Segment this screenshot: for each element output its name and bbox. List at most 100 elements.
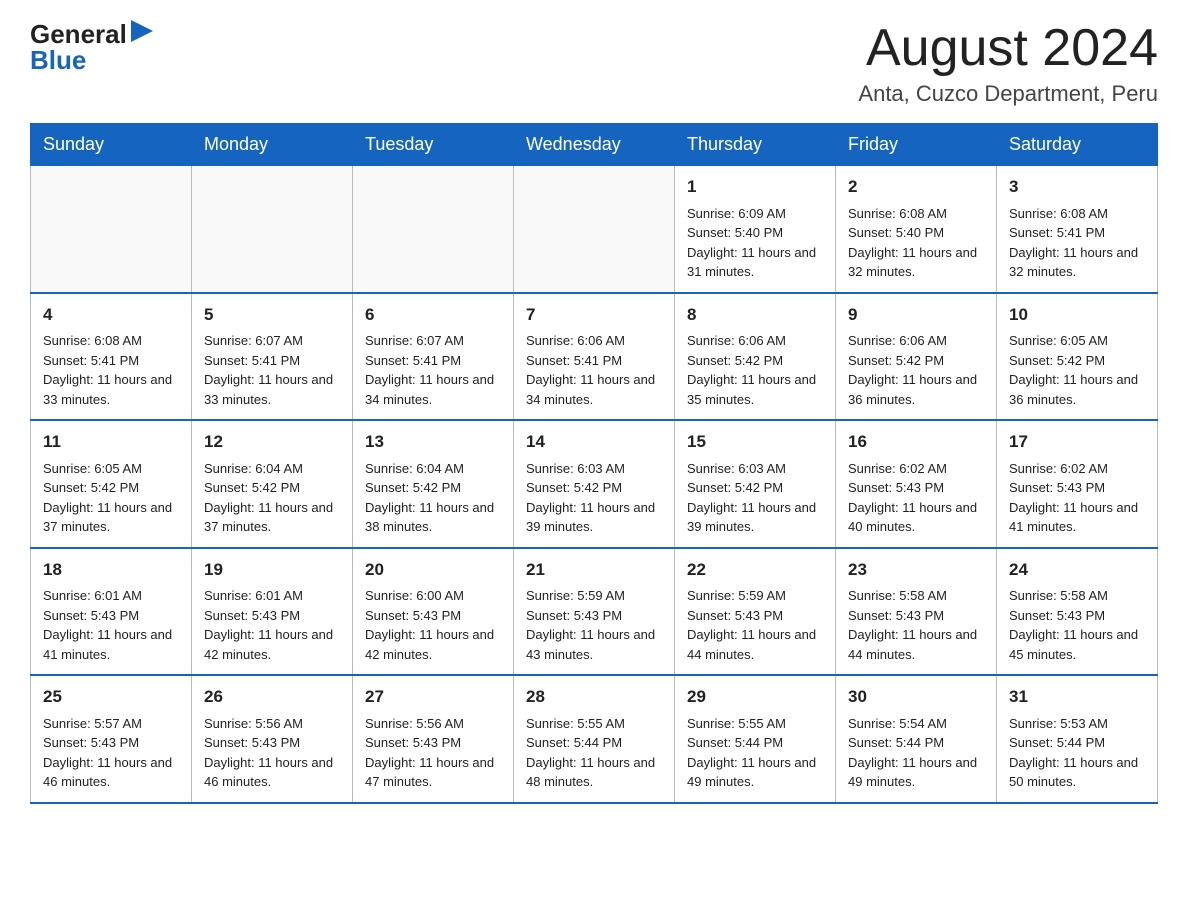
day-info: Daylight: 11 hours and 33 minutes. — [204, 370, 340, 409]
calendar-table: SundayMondayTuesdayWednesdayThursdayFrid… — [30, 123, 1158, 804]
weekday-header-row: SundayMondayTuesdayWednesdayThursdayFrid… — [31, 124, 1158, 166]
day-info: Daylight: 11 hours and 46 minutes. — [204, 753, 340, 792]
calendar-cell — [514, 166, 675, 293]
day-info: Sunrise: 5:54 AM — [848, 714, 984, 734]
page-header: General Blue August 2024 Anta, Cuzco Dep… — [30, 20, 1158, 107]
day-number: 16 — [848, 429, 984, 455]
day-info: Daylight: 11 hours and 47 minutes. — [365, 753, 501, 792]
day-info: Sunrise: 5:58 AM — [848, 586, 984, 606]
day-info: Daylight: 11 hours and 37 minutes. — [43, 498, 179, 537]
day-info: Daylight: 11 hours and 46 minutes. — [43, 753, 179, 792]
day-number: 24 — [1009, 557, 1145, 583]
day-info: Daylight: 11 hours and 32 minutes. — [848, 243, 984, 282]
calendar-cell: 22Sunrise: 5:59 AMSunset: 5:43 PMDayligh… — [675, 548, 836, 676]
day-info: Daylight: 11 hours and 34 minutes. — [526, 370, 662, 409]
calendar-cell: 2Sunrise: 6:08 AMSunset: 5:40 PMDaylight… — [836, 166, 997, 293]
calendar-cell: 20Sunrise: 6:00 AMSunset: 5:43 PMDayligh… — [353, 548, 514, 676]
day-info: Sunset: 5:41 PM — [204, 351, 340, 371]
day-info: Daylight: 11 hours and 42 minutes. — [365, 625, 501, 664]
calendar-cell: 24Sunrise: 5:58 AMSunset: 5:43 PMDayligh… — [997, 548, 1158, 676]
day-info: Daylight: 11 hours and 45 minutes. — [1009, 625, 1145, 664]
day-number: 28 — [526, 684, 662, 710]
day-info: Sunrise: 6:02 AM — [1009, 459, 1145, 479]
day-info: Daylight: 11 hours and 31 minutes. — [687, 243, 823, 282]
day-number: 25 — [43, 684, 179, 710]
week-row-5: 25Sunrise: 5:57 AMSunset: 5:43 PMDayligh… — [31, 675, 1158, 803]
weekday-header-saturday: Saturday — [997, 124, 1158, 166]
day-number: 10 — [1009, 302, 1145, 328]
day-info: Daylight: 11 hours and 36 minutes. — [1009, 370, 1145, 409]
day-info: Sunrise: 6:05 AM — [1009, 331, 1145, 351]
day-info: Sunset: 5:42 PM — [1009, 351, 1145, 371]
calendar-cell: 18Sunrise: 6:01 AMSunset: 5:43 PMDayligh… — [31, 548, 192, 676]
weekday-header-sunday: Sunday — [31, 124, 192, 166]
weekday-header-wednesday: Wednesday — [514, 124, 675, 166]
day-info: Sunset: 5:44 PM — [1009, 733, 1145, 753]
logo: General Blue — [30, 20, 153, 73]
day-number: 11 — [43, 429, 179, 455]
calendar-cell — [353, 166, 514, 293]
weekday-header-thursday: Thursday — [675, 124, 836, 166]
location-title: Anta, Cuzco Department, Peru — [858, 81, 1158, 107]
day-info: Daylight: 11 hours and 42 minutes. — [204, 625, 340, 664]
day-number: 2 — [848, 174, 984, 200]
calendar-cell: 1Sunrise: 6:09 AMSunset: 5:40 PMDaylight… — [675, 166, 836, 293]
day-info: Sunrise: 6:07 AM — [204, 331, 340, 351]
logo-triangle-icon — [131, 20, 153, 42]
day-info: Sunset: 5:43 PM — [365, 606, 501, 626]
day-info: Sunrise: 6:06 AM — [526, 331, 662, 351]
day-number: 13 — [365, 429, 501, 455]
day-info: Daylight: 11 hours and 41 minutes. — [43, 625, 179, 664]
day-info: Daylight: 11 hours and 34 minutes. — [365, 370, 501, 409]
day-info: Sunrise: 6:01 AM — [43, 586, 179, 606]
day-info: Sunset: 5:43 PM — [1009, 478, 1145, 498]
day-info: Sunrise: 6:07 AM — [365, 331, 501, 351]
day-info: Daylight: 11 hours and 44 minutes. — [848, 625, 984, 664]
day-info: Sunset: 5:43 PM — [848, 478, 984, 498]
calendar-cell — [192, 166, 353, 293]
calendar-cell: 29Sunrise: 5:55 AMSunset: 5:44 PMDayligh… — [675, 675, 836, 803]
day-info: Sunset: 5:43 PM — [526, 606, 662, 626]
calendar-cell: 5Sunrise: 6:07 AMSunset: 5:41 PMDaylight… — [192, 293, 353, 421]
day-number: 30 — [848, 684, 984, 710]
day-number: 9 — [848, 302, 984, 328]
day-info: Sunset: 5:40 PM — [848, 223, 984, 243]
day-info: Daylight: 11 hours and 48 minutes. — [526, 753, 662, 792]
day-number: 20 — [365, 557, 501, 583]
day-info: Sunset: 5:43 PM — [43, 606, 179, 626]
day-info: Sunrise: 6:01 AM — [204, 586, 340, 606]
day-info: Sunrise: 5:56 AM — [204, 714, 340, 734]
day-info: Daylight: 11 hours and 39 minutes. — [687, 498, 823, 537]
week-row-4: 18Sunrise: 6:01 AMSunset: 5:43 PMDayligh… — [31, 548, 1158, 676]
day-info: Sunrise: 6:03 AM — [687, 459, 823, 479]
day-info: Daylight: 11 hours and 38 minutes. — [365, 498, 501, 537]
day-info: Sunrise: 5:55 AM — [526, 714, 662, 734]
day-number: 29 — [687, 684, 823, 710]
day-number: 4 — [43, 302, 179, 328]
calendar-cell: 23Sunrise: 5:58 AMSunset: 5:43 PMDayligh… — [836, 548, 997, 676]
day-info: Daylight: 11 hours and 49 minutes. — [687, 753, 823, 792]
day-info: Daylight: 11 hours and 32 minutes. — [1009, 243, 1145, 282]
calendar-cell: 9Sunrise: 6:06 AMSunset: 5:42 PMDaylight… — [836, 293, 997, 421]
day-info: Sunrise: 6:03 AM — [526, 459, 662, 479]
day-info: Daylight: 11 hours and 37 minutes. — [204, 498, 340, 537]
day-number: 6 — [365, 302, 501, 328]
calendar-cell: 15Sunrise: 6:03 AMSunset: 5:42 PMDayligh… — [675, 420, 836, 548]
day-info: Daylight: 11 hours and 39 minutes. — [526, 498, 662, 537]
day-info: Sunset: 5:43 PM — [687, 606, 823, 626]
day-info: Daylight: 11 hours and 43 minutes. — [526, 625, 662, 664]
day-info: Sunset: 5:41 PM — [365, 351, 501, 371]
day-info: Daylight: 11 hours and 41 minutes. — [1009, 498, 1145, 537]
calendar-cell: 6 Sunrise: 6:07 AMSunset: 5:41 PMDaylight… — [353, 293, 514, 421]
day-info: Sunset: 5:42 PM — [848, 351, 984, 371]
calendar-cell: 12Sunrise: 6:04 AMSunset: 5:42 PMDayligh… — [192, 420, 353, 548]
day-info: Sunset: 5:44 PM — [848, 733, 984, 753]
day-info: Sunrise: 5:56 AM — [365, 714, 501, 734]
day-info: Sunrise: 5:53 AM — [1009, 714, 1145, 734]
calendar-cell — [31, 166, 192, 293]
day-number: 15 — [687, 429, 823, 455]
calendar-cell: 7Sunrise: 6:06 AMSunset: 5:41 PMDaylight… — [514, 293, 675, 421]
day-info: Sunset: 5:43 PM — [204, 733, 340, 753]
day-info: Sunrise: 5:58 AM — [1009, 586, 1145, 606]
day-info: Sunrise: 5:55 AM — [687, 714, 823, 734]
